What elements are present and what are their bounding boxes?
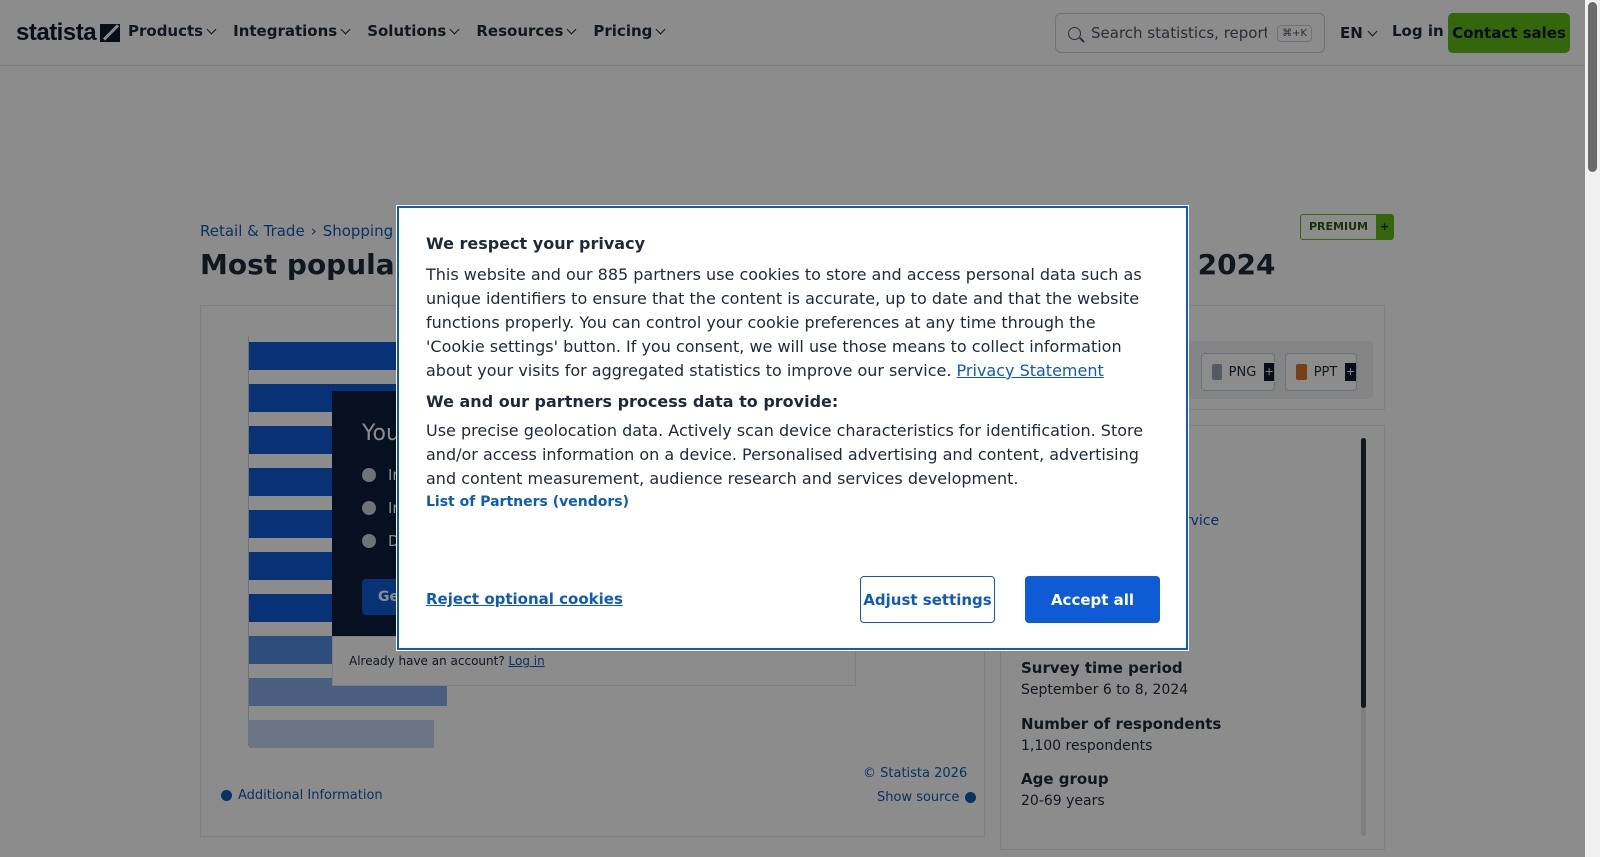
cookie-consent-dialog: We respect your privacy This website and… (396, 205, 1189, 651)
purposes-text: Use precise geolocation data. Actively s… (426, 421, 1144, 488)
cookie-dialog-body: This website and our 885 partners use co… (426, 265, 1142, 380)
cookie-dialog-title: We respect your privacy (426, 234, 646, 253)
privacy-statement-link[interactable]: Privacy Statement (957, 361, 1104, 380)
reject-cookies-button[interactable]: Reject optional cookies (426, 590, 623, 608)
accept-all-button[interactable]: Accept all (1025, 576, 1160, 623)
page-scrollbar-thumb[interactable] (1588, 2, 1597, 172)
purposes-title: We and our partners process data to prov… (426, 392, 839, 411)
partners-list-link[interactable]: List of Partners (vendors) (426, 494, 1159, 510)
adjust-settings-button[interactable]: Adjust settings (860, 576, 995, 623)
page-scrollbar[interactable] (1585, 0, 1600, 857)
